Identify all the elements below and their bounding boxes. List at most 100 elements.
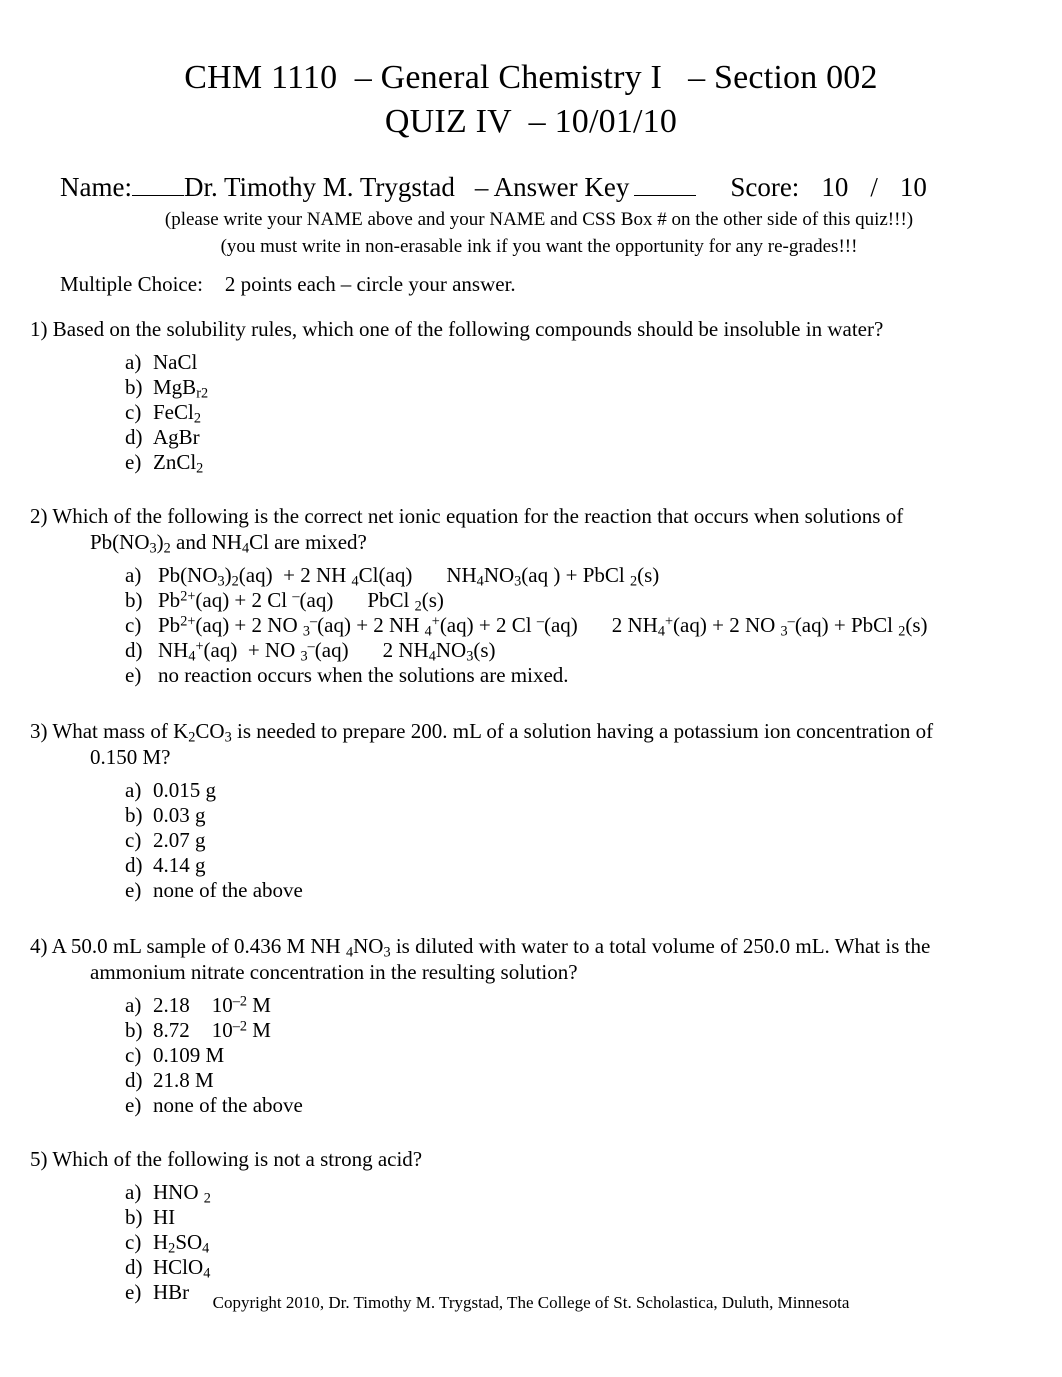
question-block-3: 3) What mass of K2CO3 is needed to prepa…	[0, 718, 1062, 903]
answer-option-b[interactable]: b) Pb2+(aq) + 2 Cl –(aq) PbCl 2(s)	[125, 588, 1062, 614]
answer-options-list: a) 2.18 10–2 Mb) 8.72 10–2 Mc) 0.109 Md) 21.8 …	[0, 993, 1062, 1118]
answer-option-letter: a)	[125, 993, 142, 1017]
answer-option-letter: d)	[125, 638, 143, 662]
answer-option-e[interactable]: e) none of the above	[125, 1093, 1062, 1118]
text-run: (aq) + 2 Cl	[195, 588, 293, 612]
text-run: (aq) + 2 NO	[673, 613, 781, 637]
text-run: ZnCl	[153, 450, 197, 474]
question-stem: 3) What mass of K2CO3 is needed to prepa…	[0, 718, 1062, 746]
subscript: 3	[780, 623, 788, 640]
text-run: 4.14 g	[153, 853, 206, 877]
text-run: (aq)	[543, 613, 578, 637]
footer-copyright: Copyright 2010, Dr. Timothy M. Trygstad,…	[212, 1293, 850, 1312]
text-run: Cl are mixed?	[249, 530, 367, 554]
question-stem: 2) Which of the following is the correct…	[0, 503, 1062, 529]
answer-option-a[interactable]: a) HNO 2	[125, 1180, 1062, 1206]
answer-option-c[interactable]: c) FeCl2	[125, 400, 1062, 426]
text-run: FeCl	[153, 400, 194, 424]
name-value: Dr. Timothy M. Trygstad	[183, 172, 455, 202]
superscript: –	[536, 613, 544, 630]
text-run: 2.07 g	[153, 828, 206, 852]
superscript: –	[292, 588, 300, 605]
answer-option-c[interactable]: c) 0.109 M	[125, 1043, 1062, 1068]
subscript: 4	[476, 573, 484, 590]
question-block-4: 4) A 50.0 mL sample of 0.436 M NH 4NO3 i…	[0, 933, 1062, 1118]
answer-option-letter: b)	[125, 375, 143, 399]
answer-option-d[interactable]: d) 21.8 M	[125, 1068, 1062, 1093]
superscript: +	[665, 613, 674, 630]
name-score-row: Name: Dr. Timothy M. Trygstad – Answer Key…	[0, 170, 1062, 204]
answer-option-d[interactable]: d) 4.14 g	[125, 853, 1062, 878]
answer-option-text: H2SO4	[153, 1230, 209, 1256]
subscript: 3	[224, 729, 232, 746]
name-blank-underline[interactable]	[131, 175, 184, 196]
answer-option-text: HI	[153, 1205, 175, 1229]
question-text: Based on the solubility rules, which one…	[52, 317, 884, 341]
answer-option-text: 0.109 M	[153, 1043, 224, 1067]
text-run: NO	[435, 638, 467, 662]
text-run: M	[247, 1018, 271, 1042]
subscript: 4	[203, 1265, 211, 1282]
subscript: 3	[149, 540, 157, 557]
score-label: Score:	[730, 172, 800, 202]
answer-option-text: FeCl2	[153, 400, 201, 426]
answer-option-d[interactable]: d) NH4+(aq) + NO 3–(aq) 2 NH4NO3(s)	[125, 638, 1062, 664]
text-run: (s)	[637, 563, 660, 587]
answer-option-e[interactable]: e) none of the above	[125, 878, 1062, 903]
answer-option-text: Pb2+(aq) + 2 NO 3–(aq) + 2 NH 4+(aq) + 2…	[158, 613, 928, 640]
answer-option-text: no reaction occurs when the solutions ar…	[158, 663, 569, 687]
answer-option-text: 0.015 g	[153, 778, 216, 802]
text-run: 0.03 g	[153, 803, 206, 827]
text-run: 2 NH	[611, 613, 658, 637]
answer-option-letter: d)	[125, 1255, 143, 1279]
answer-option-b[interactable]: b) 0.03 g	[125, 803, 1062, 828]
text-run: (s)	[473, 638, 496, 662]
answer-option-c[interactable]: c) 2.07 g	[125, 828, 1062, 853]
section-directions: – circle your answer.	[340, 272, 516, 296]
answer-option-b[interactable]: b) MgBr2	[125, 375, 1062, 401]
answer-option-text: NaCl	[153, 350, 197, 374]
instruction-line-2: (you must write in non-erasable ink if y…	[220, 236, 858, 257]
question-number: 4)	[30, 934, 52, 958]
answer-option-a[interactable]: a) Pb(NO3)2(aq) + 2 NH 4Cl(aq) NH4NO3(aq )…	[125, 563, 1062, 590]
answer-option-e[interactable]: e) ZnCl2	[125, 450, 1062, 476]
answer-option-letter: e)	[125, 663, 142, 687]
superscript: –2	[232, 1018, 248, 1035]
answer-option-text: 4.14 g	[153, 853, 206, 877]
answer-option-b[interactable]: b) HI	[125, 1205, 1062, 1230]
question-block-1: 1) Based on the solubility rules, which …	[0, 316, 1062, 476]
answer-option-a[interactable]: a) 0.015 g	[125, 778, 1062, 803]
answer-option-a[interactable]: a) NaCl	[125, 350, 1062, 375]
answer-key-blank-underline[interactable]	[634, 175, 697, 196]
text-run: (aq)	[299, 588, 334, 612]
answer-option-a[interactable]: a) 2.18 10–2 M	[125, 993, 1062, 1018]
text-run: A 50.0 mL sample of 0.436 M NH	[51, 934, 346, 958]
question-text: Which of the following is not a strong a…	[52, 1147, 423, 1171]
answer-option-d[interactable]: d) AgBr	[125, 425, 1062, 450]
answer-options-list: a) HNO 2 b) HI c) H2SO4 d) HClO4 e) HBr	[0, 1180, 1062, 1305]
answer-option-letter: c)	[125, 613, 142, 637]
text-run: (aq) + 2 Cl	[439, 613, 537, 637]
answer-option-e[interactable]: e) no reaction occurs when the solutions …	[125, 663, 1062, 688]
text-run: no reaction occurs when the solutions ar…	[158, 663, 569, 687]
answer-option-text: none of the above	[153, 878, 303, 902]
text-run: (aq) + PbCl	[794, 613, 899, 637]
answer-option-letter: a)	[125, 563, 142, 587]
answer-options-list: a) NaCl b) MgBr2 c) FeCl2 d) AgBr e) ZnCl2	[0, 350, 1062, 476]
text-run: 0.015 g	[153, 778, 216, 802]
answer-option-d[interactable]: d) HClO4	[125, 1255, 1062, 1282]
text-run: M	[247, 993, 271, 1017]
answer-option-text: Pb2+(aq) + 2 Cl –(aq) PbCl 2(s)	[158, 588, 444, 614]
text-run: )	[156, 530, 164, 554]
text-run: NO	[483, 563, 515, 587]
answer-option-c[interactable]: c) H2SO4	[125, 1230, 1062, 1256]
answer-option-c[interactable]: c) Pb2+(aq) + 2 NO 3–(aq) + 2 NH 4+(aq) +…	[125, 613, 1062, 640]
answer-options-list: a) Pb(NO3)2(aq) + 2 NH 4Cl(aq) NH4NO3(aq )…	[0, 563, 1062, 688]
text-run: (aq) + 2 NO	[195, 613, 303, 637]
answer-option-text: 8.72 10–2 M	[153, 1018, 271, 1042]
superscript: –2	[232, 993, 248, 1010]
text-run: Pb(NO	[158, 563, 218, 587]
answer-option-letter: b)	[125, 803, 143, 827]
text-run: 2.18	[153, 993, 190, 1017]
answer-option-b[interactable]: b) 8.72 10–2 M	[125, 1018, 1062, 1043]
